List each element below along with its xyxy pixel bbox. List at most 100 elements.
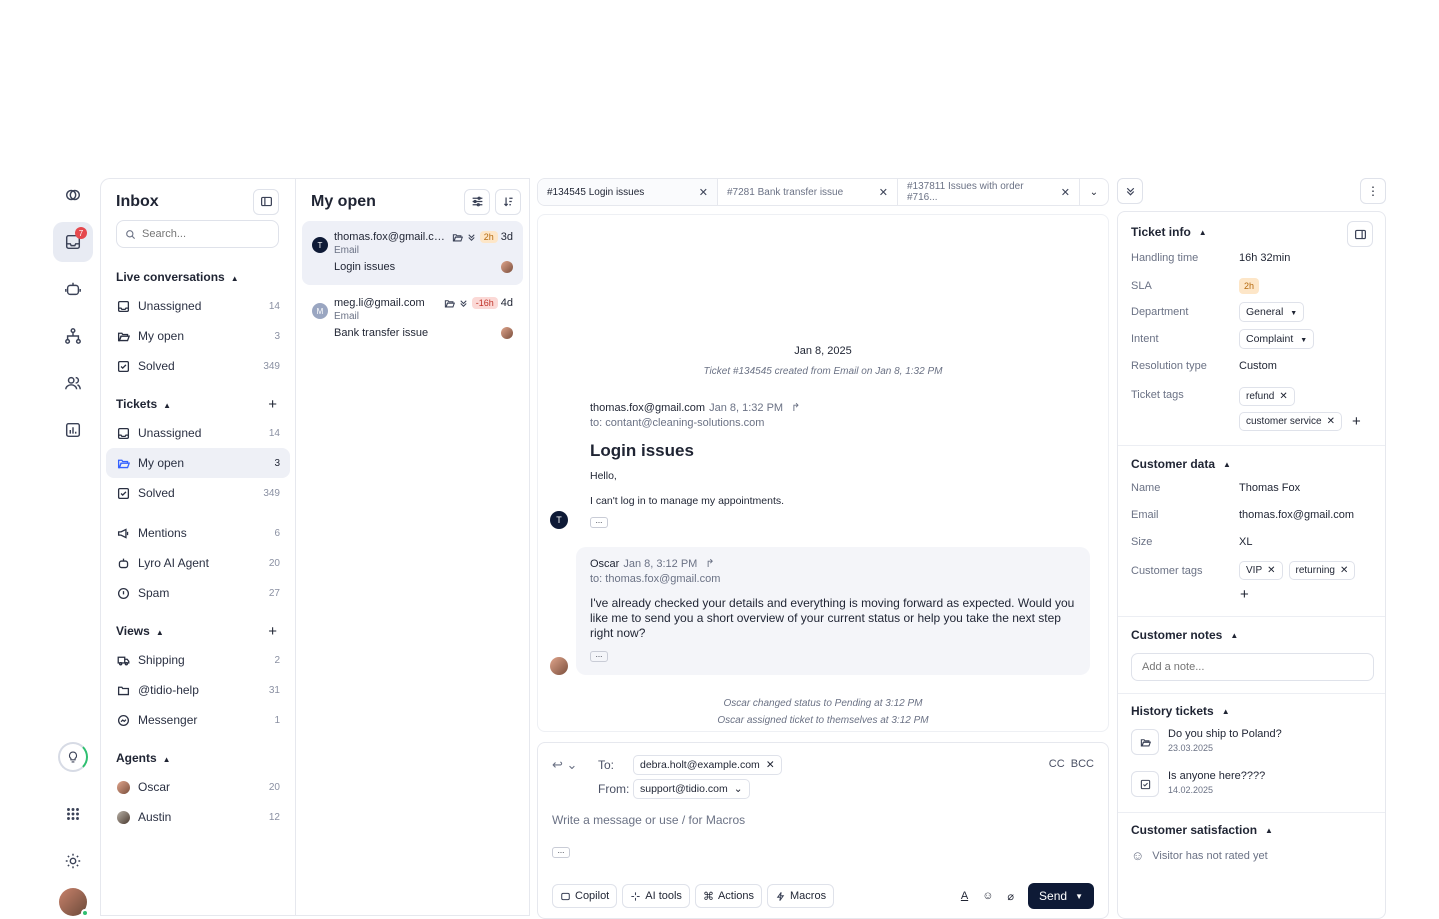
folder-open-icon: [117, 459, 130, 468]
rail-inbox[interactable]: 7: [53, 222, 93, 262]
history-ticket-item[interactable]: Is anyone here???? 14.02.2025: [1131, 770, 1265, 797]
tag-vip[interactable]: VIP ✕: [1239, 561, 1283, 580]
conversation-item[interactable]: M meg.li@gmail.com -16h 4d Email Bank tr…: [302, 287, 523, 351]
emoji-icon[interactable]: ☺: [982, 890, 993, 902]
rail-settings[interactable]: [53, 841, 93, 881]
collapse-all-button[interactable]: [1117, 178, 1143, 204]
tab-bank-transfer[interactable]: #7281 Bank transfer issue ✕: [718, 179, 898, 205]
history-date: 14.02.2025: [1168, 785, 1214, 795]
agent-austin[interactable]: Austin 12: [106, 802, 290, 832]
assignment-note: Oscar assigned ticket to themselves at 3…: [717, 715, 929, 726]
mentions[interactable]: Mentions 6: [106, 518, 290, 548]
view-shipping[interactable]: Shipping 2: [106, 645, 290, 675]
tag-customer-service[interactable]: customer service ✕: [1239, 412, 1342, 431]
tab-order-issues[interactable]: #137811 Issues with order #716... ✕: [898, 179, 1080, 205]
text-format-icon[interactable]: A: [961, 890, 968, 902]
ai-tools-button[interactable]: AI tools: [622, 884, 690, 908]
megaphone-icon: [117, 527, 128, 539]
attachment-icon[interactable]: ⌀: [1007, 890, 1014, 903]
actions-button[interactable]: ⌘ Actions: [694, 884, 763, 908]
inbox-search[interactable]: [116, 220, 279, 248]
tag-refund[interactable]: refund ✕: [1239, 387, 1295, 406]
intent-select[interactable]: Complaint ▼: [1239, 329, 1315, 349]
name-row: Name Thomas Fox: [1131, 482, 1371, 494]
search-input[interactable]: [142, 228, 272, 240]
rail-bot[interactable]: [53, 269, 93, 309]
tag-returning[interactable]: returning ✕: [1288, 561, 1356, 580]
reply-mode-icon[interactable]: ↩ ⌄: [552, 757, 598, 773]
nav-label: @tidio-help: [138, 683, 199, 697]
rail-contacts[interactable]: [53, 363, 93, 403]
rail-apps[interactable]: [53, 794, 93, 834]
lyro-ai-agent[interactable]: Lyro AI Agent 20: [106, 548, 290, 578]
agents-header[interactable]: Agents ▲: [101, 748, 295, 768]
remove-icon[interactable]: ✕: [1267, 565, 1275, 576]
customer-satisfaction-header[interactable]: Customer satisfaction ▲: [1131, 823, 1273, 837]
view-tidio-help[interactable]: @tidio-help 31: [106, 675, 290, 705]
user-avatar[interactable]: [59, 888, 89, 917]
caret-down-icon[interactable]: ▼: [1075, 892, 1083, 901]
status-ring[interactable]: [58, 742, 88, 772]
expand-quote-button[interactable]: ...: [590, 517, 608, 528]
tabs-dropdown-button[interactable]: ⌄: [1080, 187, 1108, 198]
add-tag-button[interactable]: +: [1352, 413, 1361, 430]
reply-arrow-icon[interactable]: ↱: [791, 401, 800, 414]
remove-icon[interactable]: ✕: [766, 759, 775, 771]
tickets-solved[interactable]: Solved 349: [106, 478, 290, 508]
remove-icon[interactable]: ✕: [1340, 565, 1348, 576]
conversation-age: 4d: [500, 297, 513, 309]
field-label: Handling time: [1131, 252, 1199, 264]
ticket-info-header[interactable]: Ticket info ▲: [1131, 225, 1207, 239]
reply-arrow-icon[interactable]: ↱: [705, 557, 714, 570]
add-view-button[interactable]: +: [268, 623, 277, 640]
customer-data-header[interactable]: Customer data ▲: [1131, 457, 1231, 471]
sort-button[interactable]: [495, 188, 521, 215]
rail-analytics[interactable]: [53, 410, 93, 450]
history-ticket-item[interactable]: Do you ship to Poland? 23.03.2025: [1131, 728, 1282, 755]
message-input[interactable]: Write a message or use / for Macros: [552, 813, 745, 827]
close-icon[interactable]: ✕: [879, 186, 888, 199]
live-my-open[interactable]: My open 3: [106, 321, 290, 351]
panel-toggle-button[interactable]: [1347, 221, 1373, 247]
macros-button[interactable]: Macros: [767, 884, 835, 908]
nav-count: 12: [268, 811, 280, 823]
history-tickets-header[interactable]: History tickets ▲: [1131, 704, 1230, 718]
spam[interactable]: Spam 27: [106, 578, 290, 608]
live-solved[interactable]: Solved 349: [106, 351, 290, 381]
tab-login-issues[interactable]: #134545 Login issues ✕: [538, 179, 718, 205]
rail-logo[interactable]: [53, 175, 93, 215]
add-ticket-button[interactable]: +: [268, 396, 277, 413]
close-icon[interactable]: ✕: [699, 186, 708, 199]
filter-button[interactable]: [464, 188, 490, 215]
view-messenger[interactable]: Messenger 1: [106, 705, 290, 735]
send-button[interactable]: Send ▼: [1028, 883, 1094, 909]
add-tag-button[interactable]: +: [1240, 586, 1249, 603]
cc-button[interactable]: CC: [1049, 758, 1065, 770]
agent-oscar[interactable]: Oscar 20: [106, 772, 290, 802]
rail-flows[interactable]: [53, 316, 93, 356]
remove-icon[interactable]: ✕: [1327, 416, 1335, 427]
add-note-input[interactable]: [1131, 653, 1374, 681]
assignee-avatar: [501, 327, 513, 339]
copilot-button[interactable]: Copilot: [552, 884, 618, 908]
remove-icon[interactable]: ✕: [1279, 391, 1287, 402]
tool-label: Macros: [790, 890, 827, 902]
conversation-item[interactable]: T thomas.fox@gmail.com 2h 3d Email Login…: [302, 221, 523, 285]
to-recipient-chip[interactable]: debra.holt@example.com ✕: [633, 755, 782, 775]
collapse-sidebar-button[interactable]: [253, 188, 279, 215]
close-icon[interactable]: ✕: [1061, 186, 1070, 199]
live-conversations-header[interactable]: Live conversations ▲: [101, 267, 295, 287]
live-unassigned[interactable]: Unassigned 14: [106, 291, 290, 321]
history-title: Is anyone here????: [1168, 770, 1266, 782]
from-select[interactable]: support@tidio.com ⌄: [633, 779, 750, 799]
more-menu-button[interactable]: ⋮: [1360, 178, 1386, 204]
tickets-header[interactable]: Tickets ▲ +: [101, 394, 295, 414]
customer-notes-header[interactable]: Customer notes ▲: [1131, 628, 1238, 642]
more-options-button[interactable]: ...: [552, 847, 570, 858]
views-header[interactable]: Views ▲ +: [101, 621, 295, 641]
tickets-unassigned[interactable]: Unassigned 14: [106, 418, 290, 448]
bcc-button[interactable]: BCC: [1071, 758, 1094, 770]
department-select[interactable]: General ▼: [1239, 302, 1305, 322]
expand-quote-button[interactable]: ...: [590, 651, 608, 662]
tickets-my-open[interactable]: My open 3: [106, 448, 290, 478]
